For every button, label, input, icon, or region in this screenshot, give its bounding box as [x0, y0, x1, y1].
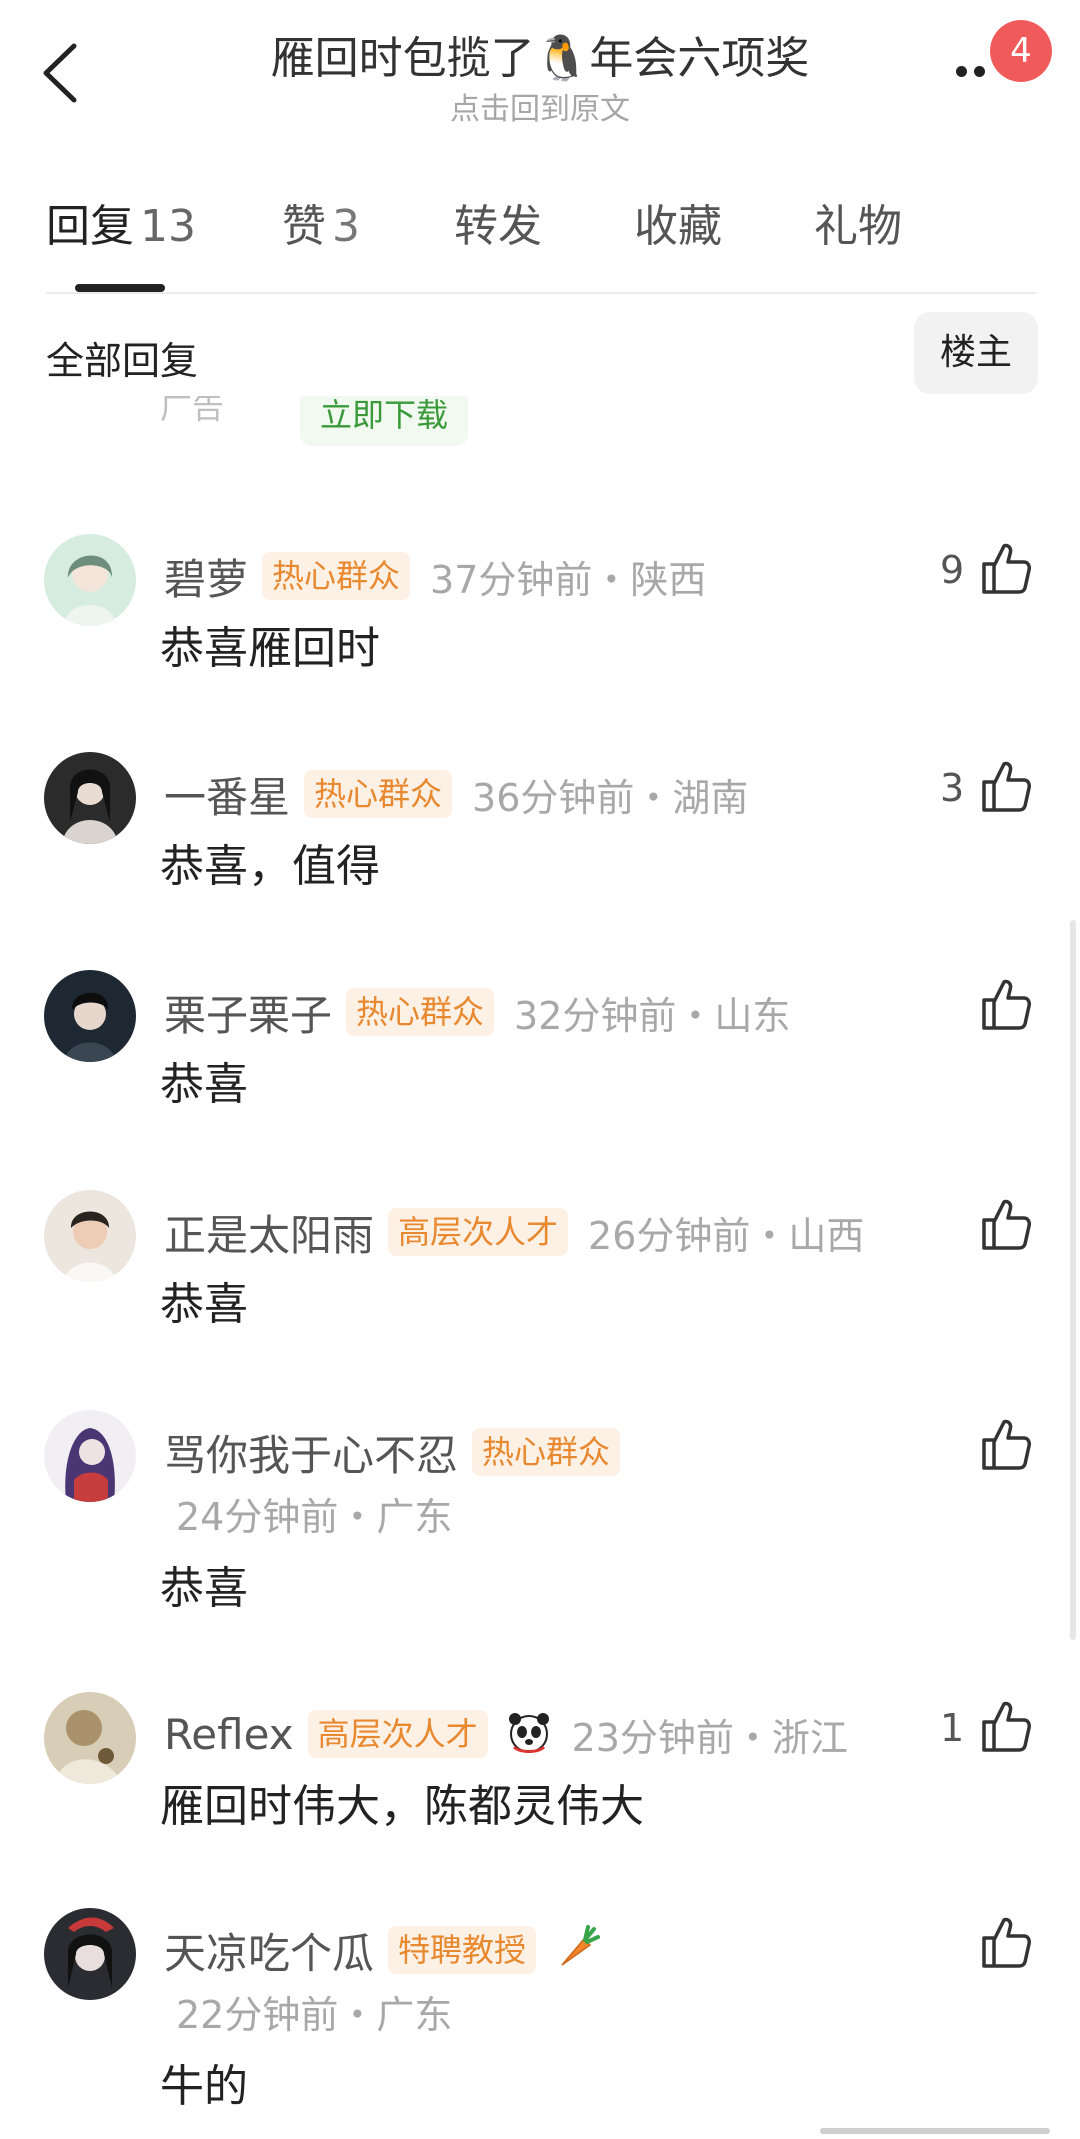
- timestamp-location: 32分钟前・山东: [514, 993, 791, 1038]
- comment-meta: 天凉吃个瓜 特聘教授: [164, 1920, 601, 1981]
- ad-download-button[interactable]: 立即下载: [300, 396, 468, 446]
- comment-item: 骂你我于心不忍 热心群众 24分钟前・广东 恭喜: [0, 1410, 1080, 1614]
- tab-replies[interactable]: 回复 13: [46, 190, 196, 254]
- comment-text[interactable]: 牛的: [160, 2050, 248, 2114]
- timestamp-location: 24分钟前・广东: [176, 1495, 453, 1539]
- avatar[interactable]: [44, 534, 136, 626]
- comment-text[interactable]: 恭喜，值得: [160, 830, 380, 894]
- comment-meta: 正是太阳雨 高层次人才 26分钟前・山西: [164, 1204, 864, 1260]
- username[interactable]: 正是太阳雨: [164, 1202, 374, 1263]
- username[interactable]: 天凉吃个瓜: [164, 1920, 374, 1981]
- thumbs-up-icon[interactable]: [980, 1416, 1032, 1472]
- tab-gifts[interactable]: 礼物: [814, 190, 902, 254]
- home-indicator: [820, 2128, 1050, 2134]
- op-only-button[interactable]: 楼主: [914, 312, 1038, 394]
- fan-tag: 热心群众: [472, 1428, 621, 1476]
- notification-badge[interactable]: 4: [990, 20, 1052, 82]
- more-dot-icon: [974, 66, 985, 77]
- more-dot-icon: [956, 66, 967, 77]
- fan-tag: 热心群众: [262, 552, 411, 600]
- comment-item: 天凉吃个瓜 特聘教授 22分钟前・广东 牛的: [0, 1908, 1080, 2112]
- tab-count: 13: [140, 201, 196, 252]
- tab-count: 3: [332, 201, 360, 252]
- panda-icon: [506, 1709, 552, 1759]
- avatar[interactable]: [44, 752, 136, 844]
- active-tab-indicator: [75, 284, 165, 292]
- all-replies-filter[interactable]: 全部回复: [46, 330, 198, 385]
- tab-label: 回复: [46, 201, 134, 252]
- thumbs-up-icon[interactable]: [980, 540, 1032, 596]
- comment-meta: 栗子栗子 热心群众 32分钟前・山东: [164, 984, 790, 1040]
- fan-tag: 热心群众: [304, 770, 453, 818]
- like-count: 1: [940, 1706, 965, 1750]
- comment-meta: 骂你我于心不忍 热心群众: [164, 1422, 621, 1483]
- avatar[interactable]: [44, 1190, 136, 1282]
- comment-item: 碧萝 热心群众 37分钟前・陕西 恭喜雁回时 9: [0, 534, 1080, 684]
- username[interactable]: 碧萝: [164, 546, 248, 607]
- like-count: 3: [940, 766, 965, 810]
- timestamp-location: 26分钟前・山西: [588, 1213, 865, 1258]
- comment-item: Reflex 高层次人才 23分钟前・浙江 雁回时伟大，陈都灵伟大 1: [0, 1692, 1080, 1842]
- username[interactable]: 栗子栗子: [164, 982, 332, 1043]
- timestamp-location: 36分钟前・湖南: [472, 775, 749, 820]
- page-title[interactable]: 雁回时包揽了🐧年会六项奖: [0, 22, 1080, 86]
- fan-tag: 高层次人才: [388, 1208, 569, 1256]
- fan-tag: 高层次人才: [307, 1710, 488, 1758]
- comment-text[interactable]: 恭喜雁回时: [160, 612, 380, 676]
- tab-favorites[interactable]: 收藏: [634, 190, 722, 254]
- ad-label: 广告: [160, 396, 225, 426]
- comment-item: 栗子栗子 热心群众 32分钟前・山东 恭喜: [0, 970, 1080, 1120]
- avatar[interactable]: [44, 1908, 136, 2000]
- comment-meta: 一番星 热心群众 36分钟前・湖南: [164, 766, 748, 822]
- tab-reposts[interactable]: 转发: [454, 190, 542, 254]
- avatar[interactable]: [44, 1692, 136, 1784]
- comment-item: 正是太阳雨 高层次人才 26分钟前・山西 恭喜: [0, 1190, 1080, 1340]
- scrollbar[interactable]: [1070, 920, 1076, 1640]
- timestamp-location: 22分钟前・广东: [176, 1993, 453, 2037]
- comment-text[interactable]: 恭喜: [160, 1268, 248, 1332]
- tab-label: 转发: [454, 201, 542, 252]
- fan-tag: 特聘教授: [388, 1926, 537, 1974]
- tab-divider: [46, 292, 1036, 294]
- avatar[interactable]: [44, 970, 136, 1062]
- timestamp-location: 23分钟前・浙江: [571, 1715, 848, 1760]
- comment-meta: Reflex 高层次人才 23分钟前・浙江: [164, 1706, 848, 1762]
- username[interactable]: Reflex: [164, 1710, 294, 1759]
- comment-text[interactable]: 恭喜: [160, 1552, 248, 1616]
- ad-banner: 广告 立即下载: [0, 396, 1080, 450]
- thumbs-up-icon[interactable]: [980, 1698, 1032, 1754]
- timestamp-location: 37分钟前・陕西: [430, 557, 707, 602]
- tab-label: 礼物: [814, 201, 902, 252]
- thumbs-up-icon[interactable]: [980, 1914, 1032, 1970]
- tab-bar: 回复 13 赞3 转发 收藏 礼物: [46, 190, 1036, 270]
- thumbs-up-icon[interactable]: [980, 976, 1032, 1032]
- comment-text[interactable]: 雁回时伟大，陈都灵伟大: [160, 1770, 644, 1834]
- fan-tag: 热心群众: [346, 988, 495, 1036]
- avatar[interactable]: [44, 1410, 136, 1502]
- username[interactable]: 一番星: [164, 764, 290, 825]
- comment-item: 一番星 热心群众 36分钟前・湖南 恭喜，值得 3: [0, 752, 1080, 902]
- tab-label: 赞: [282, 201, 326, 252]
- tab-likes[interactable]: 赞3: [282, 190, 360, 254]
- carrot-icon: [554, 1925, 601, 1975]
- thumbs-up-icon[interactable]: [980, 1196, 1032, 1252]
- username[interactable]: 骂你我于心不忍: [164, 1422, 458, 1483]
- like-count: 9: [940, 548, 965, 592]
- top-bar: 雁回时包揽了🐧年会六项奖 点击回到原文 4: [0, 0, 1080, 140]
- back-to-original-link[interactable]: 点击回到原文: [0, 84, 1080, 128]
- tab-label: 收藏: [634, 201, 722, 252]
- comment-meta: 碧萝 热心群众 37分钟前・陕西: [164, 548, 706, 604]
- comment-text[interactable]: 恭喜: [160, 1048, 248, 1112]
- thumbs-up-icon[interactable]: [980, 758, 1032, 814]
